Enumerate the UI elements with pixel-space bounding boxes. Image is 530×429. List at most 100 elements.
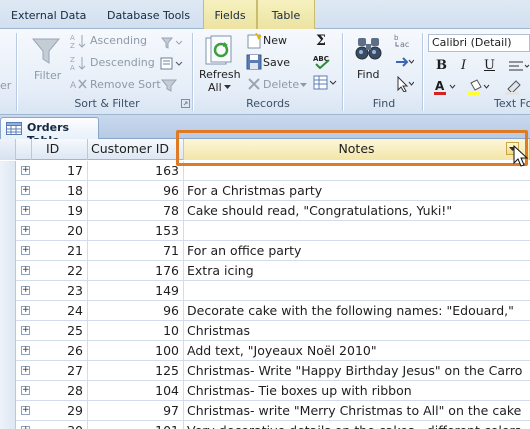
- save-button[interactable]: Save: [263, 56, 290, 69]
- cell-id[interactable]: 29: [32, 401, 88, 421]
- record-selector[interactable]: [0, 241, 16, 261]
- cell-id[interactable]: 19: [32, 201, 88, 221]
- highlight-color-icon[interactable]: [504, 79, 528, 95]
- record-selector[interactable]: [0, 401, 16, 421]
- toggle-filter-icon[interactable]: [160, 77, 180, 93]
- italic-button[interactable]: I: [461, 58, 466, 73]
- spelling-icon[interactable]: ABC: [312, 53, 332, 69]
- expand-icon[interactable]: +: [21, 306, 30, 315]
- refresh-all-label[interactable]: Refresh: [199, 68, 241, 81]
- cell-notes[interactable]: Very decorative details on the cakes - d…: [184, 421, 530, 429]
- column-header-customer-id[interactable]: Customer ID: [88, 139, 184, 160]
- tab-fields[interactable]: Fields: [203, 0, 257, 29]
- cell-customer-id[interactable]: 153: [88, 221, 184, 241]
- table-row[interactable]: +30101Very decorative details on the cak…: [0, 421, 530, 429]
- table-row[interactable]: +18 96 For a Christmas party: [0, 181, 530, 201]
- cell-notes[interactable]: Christmas- Write "Happy Birthday Jesus" …: [184, 361, 530, 381]
- cell-customer-id[interactable]: 71: [88, 241, 184, 261]
- orders-table-tab[interactable]: Orders Table: [0, 117, 99, 147]
- table-row[interactable]: +26 100 Add text, "Joyeaux Noël 2010": [0, 341, 530, 361]
- table-row[interactable]: +22 176 Extra icing: [0, 261, 530, 281]
- sort-descending-button[interactable]: Descending: [90, 56, 155, 69]
- advanced-filter-icon[interactable]: [160, 56, 184, 72]
- totals-icon[interactable]: Σ: [314, 32, 330, 48]
- refresh-all-label-2[interactable]: All: [208, 81, 222, 94]
- table-row[interactable]: +19 78 Cake should read, "Congratulations,…: [0, 201, 530, 221]
- cell-id[interactable]: 23: [32, 281, 88, 301]
- cell-notes[interactable]: Extra icing: [184, 261, 530, 281]
- record-selector[interactable]: [0, 181, 16, 201]
- underline-button[interactable]: U: [484, 58, 495, 73]
- cell-customer-id[interactable]: 100: [88, 341, 184, 361]
- cell-customer-id[interactable]: 104: [88, 381, 184, 401]
- filter-icon[interactable]: [30, 35, 62, 67]
- cell-notes[interactable]: For an office party: [184, 241, 530, 261]
- record-selector[interactable]: [0, 321, 16, 341]
- expand-icon[interactable]: +: [21, 186, 30, 195]
- record-selector[interactable]: [0, 201, 16, 221]
- cell-notes[interactable]: [184, 221, 530, 241]
- cell-notes[interactable]: Christmas- Tie boxes up with ribbon: [184, 381, 530, 401]
- remove-sort-button[interactable]: Remove Sort: [90, 78, 161, 91]
- expand-icon[interactable]: +: [21, 266, 30, 275]
- go-to-icon[interactable]: [394, 55, 414, 69]
- cell-customer-id[interactable]: 163: [88, 161, 184, 181]
- find-button[interactable]: Find: [357, 68, 380, 81]
- cell-id[interactable]: 21: [32, 241, 88, 261]
- table-row[interactable]: +24 96 Decorate cake with the following na…: [0, 301, 530, 321]
- record-selector[interactable]: [0, 381, 16, 401]
- cell-id[interactable]: 30: [32, 421, 88, 429]
- cell-id[interactable]: 20: [32, 221, 88, 241]
- replace-icon[interactable]: b ac: [394, 33, 414, 49]
- select-pointer-icon[interactable]: [394, 76, 414, 92]
- sort-ascending-button[interactable]: Ascending: [90, 34, 147, 47]
- cell-notes[interactable]: Decorate cake with the following names: …: [184, 301, 530, 321]
- cell-id[interactable]: 24: [32, 301, 88, 321]
- record-selector[interactable]: [0, 301, 16, 321]
- table-row[interactable]: +21 71 For an office party: [0, 241, 530, 261]
- expand-icon[interactable]: +: [21, 346, 30, 355]
- record-selector[interactable]: [0, 261, 16, 281]
- cell-customer-id[interactable]: 149: [88, 281, 184, 301]
- expand-icon[interactable]: +: [21, 166, 30, 175]
- expand-icon[interactable]: +: [21, 406, 30, 415]
- cell-customer-id[interactable]: 96: [88, 301, 184, 321]
- cell-notes[interactable]: For a Christmas party: [184, 181, 530, 201]
- table-row[interactable]: +27 125 Christmas- Write "Happy Birthday J…: [0, 361, 530, 381]
- cell-customer-id[interactable]: 10: [88, 321, 184, 341]
- cell-id[interactable]: 27: [32, 361, 88, 381]
- font-name-select[interactable]: Calibri (Detail): [428, 34, 530, 52]
- cell-notes[interactable]: Add text, "Joyeaux Noël 2010": [184, 341, 530, 361]
- dialog-launcher-icon[interactable]: [181, 99, 190, 108]
- record-selector[interactable]: [0, 421, 16, 429]
- cell-id[interactable]: 22: [32, 261, 88, 281]
- column-header-id[interactable]: ID: [32, 139, 88, 160]
- tab-database-tools[interactable]: Database Tools: [107, 6, 190, 29]
- cell-notes[interactable]: [184, 281, 530, 301]
- cell-customer-id[interactable]: 97: [88, 401, 184, 421]
- expand-icon[interactable]: +: [21, 366, 30, 375]
- table-row[interactable]: +25 10 Christmas: [0, 321, 530, 341]
- delete-button[interactable]: Delete: [263, 78, 299, 91]
- select-all-corner[interactable]: [0, 139, 16, 160]
- cell-id[interactable]: 17: [32, 161, 88, 181]
- expand-icon[interactable]: +: [21, 326, 30, 335]
- record-selector[interactable]: [0, 361, 16, 381]
- refresh-all-icon[interactable]: [204, 35, 234, 67]
- cell-notes[interactable]: Christmas: [184, 321, 530, 341]
- cell-id[interactable]: 18: [32, 181, 88, 201]
- table-row[interactable]: +23 149: [0, 281, 530, 301]
- cell-customer-id[interactable]: 78: [88, 201, 184, 221]
- selection-filter-icon[interactable]: [160, 35, 184, 51]
- tab-external-data[interactable]: External Data: [11, 6, 86, 29]
- expand-icon[interactable]: +: [21, 206, 30, 215]
- expand-icon[interactable]: +: [21, 226, 30, 235]
- expand-icon[interactable]: +: [21, 286, 30, 295]
- expand-icon[interactable]: +: [21, 246, 30, 255]
- record-selector[interactable]: [0, 281, 16, 301]
- more-options-icon[interactable]: [313, 75, 337, 91]
- cell-customer-id[interactable]: 96: [88, 181, 184, 201]
- cell-notes[interactable]: Cake should read, "Congratulations, Yuki…: [184, 201, 530, 221]
- cell-customer-id[interactable]: 125: [88, 361, 184, 381]
- record-selector[interactable]: [0, 221, 16, 241]
